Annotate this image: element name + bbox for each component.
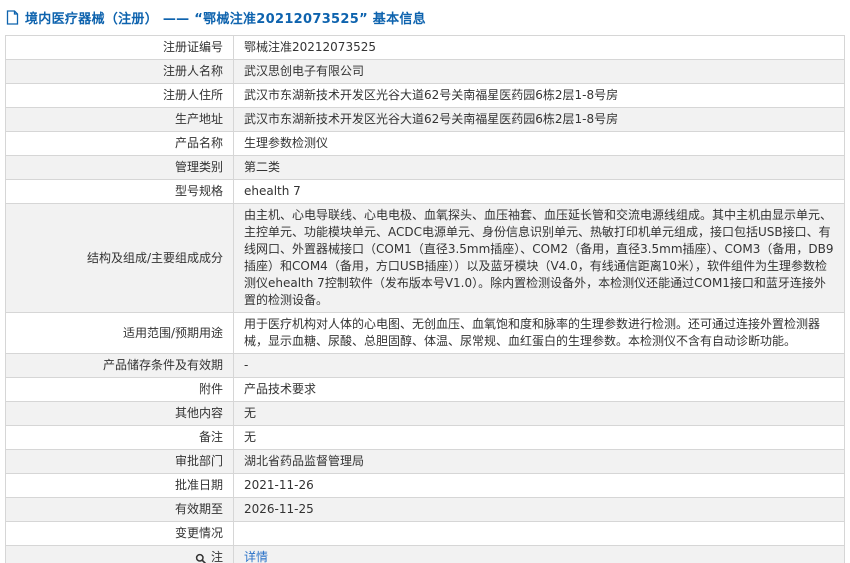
row-label: 管理类别 [6,156,234,179]
row-value: 湖北省药品监督管理局 [244,454,365,468]
row-value: 由主机、心电导联线、心电电极、血氧探头、血压袖套、血压延长管和交流电源线组成。其… [244,208,834,307]
table-row: 型号规格 ehealth 7 [6,180,844,204]
row-label: 产品名称 [6,132,234,155]
document-icon [6,10,19,25]
row-label: 型号规格 [6,180,234,203]
table-row: 注册人名称 武汉思创电子有限公司 [6,60,844,84]
table-row: 批准日期 2021-11-26 [6,474,844,498]
table-row: 附件 产品技术要求 [6,378,844,402]
row-label-text: 附件 [198,382,223,396]
table-row: 适用范围/预期用途 用于医疗机构对人体的心电图、无创血压、血氧饱和度和脉率的生理参… [6,313,844,354]
table-row: 产品名称 生理参数检测仪 [6,132,844,156]
row-label-text: 批准日期 [174,478,223,492]
row-label-text: 注册人住所 [162,88,223,102]
row-label: 备注 [6,426,234,449]
registration-detail-page: 境内医疗器械（注册） —— “鄂械注准20212073525” 基本信息 注册证… [0,0,850,563]
row-value: ehealth 7 [244,184,301,198]
row-value: 鄂械注准20212073525 [244,40,376,54]
row-value: 产品技术要求 [244,382,317,396]
row-label-text: 产品名称 [174,136,223,150]
table-row: 注册人住所 武汉市东湖新技术开发区光谷大道62号关南福星医药园6栋2层1-8号房 [6,84,844,108]
row-label-text: 结构及组成/主要组成成分 [86,250,223,265]
row-value [234,522,844,545]
row-label: 生产地址 [6,108,234,131]
row-label: 注册人名称 [6,60,234,83]
row-label-text: 其他内容 [174,406,223,420]
page-title: 境内医疗器械（注册） —— “鄂械注准20212073525” 基本信息 [25,12,426,27]
row-label: 注册证编号 [6,36,234,59]
row-value: 2026-11-25 [244,502,314,516]
row-label: 审批部门 [6,450,234,473]
row-value: 无 [244,406,257,420]
row-label: 附件 [6,378,234,401]
row-label-text: 注册证编号 [162,40,223,54]
row-label: 结构及组成/主要组成成分 [6,204,234,312]
row-value: 详情 [234,546,844,563]
row-label-text: 有效期至 [174,502,223,516]
table-row: 有效期至 2026-11-25 [6,498,844,522]
row-label-text: 产品储存条件及有效期 [102,358,223,372]
row-value: 武汉思创电子有限公司 [244,64,365,78]
row-label: 适用范围/预期用途 [6,313,234,353]
table-row: 变更情况 [6,522,844,546]
row-label: 注册人住所 [6,84,234,107]
row-label: 注 [6,546,234,563]
table-row: 生产地址 武汉市东湖新技术开发区光谷大道62号关南福星医药园6栋2层1-8号房 [6,108,844,132]
row-label: 有效期至 [6,498,234,521]
row-label: 其他内容 [6,402,234,425]
row-label-text: 备注 [198,430,223,444]
table-row: 注册证编号 鄂械注准20212073525 [6,36,844,60]
table-row: 管理类别 第二类 [6,156,844,180]
row-value: - [244,358,249,372]
row-label: 产品储存条件及有效期 [6,354,234,377]
row-value: 武汉市东湖新技术开发区光谷大道62号关南福星医药园6栋2层1-8号房 [244,88,619,102]
row-value: 武汉市东湖新技术开发区光谷大道62号关南福星医药园6栋2层1-8号房 [244,112,619,126]
magnifier-icon [195,553,207,563]
row-value: 第二类 [244,160,281,174]
row-label-text: 变更情况 [174,526,223,540]
registration-info-table: 注册证编号 鄂械注准20212073525 注册人名称 武汉思创电子有限公司注册人住所… [5,35,845,563]
row-label-text: 注 [210,550,223,563]
table-row: 产品储存条件及有效期 - [6,354,844,378]
table-row: 审批部门 湖北省药品监督管理局 [6,450,844,474]
row-value: 用于医疗机构对人体的心电图、无创血压、血氧饱和度和脉率的生理参数进行检测。还可通… [244,317,821,348]
row-label-text: 适用范围/预期用途 [122,325,223,340]
row-label-text: 型号规格 [174,184,223,198]
table-row: 其他内容 无 [6,402,844,426]
row-label-text: 生产地址 [174,112,223,126]
row-value: 2021-11-26 [244,478,314,492]
row-label: 变更情况 [6,522,234,545]
row-label-text: 审批部门 [174,454,223,468]
table-row: 备注 无 [6,426,844,450]
table-row: 注 详情 [6,546,844,563]
row-value: 无 [244,430,257,444]
row-label-text: 管理类别 [174,160,223,174]
detail-link[interactable]: 详情 [244,549,268,563]
row-value: 生理参数检测仪 [244,136,329,150]
row-label: 批准日期 [6,474,234,497]
table-row: 结构及组成/主要组成成分 由主机、心电导联线、心电电极、血氧探头、血压袖套、血压延… [6,204,844,313]
page-header: 境内医疗器械（注册） —— “鄂械注准20212073525” 基本信息 [5,4,845,35]
row-label-text: 注册人名称 [162,64,223,78]
